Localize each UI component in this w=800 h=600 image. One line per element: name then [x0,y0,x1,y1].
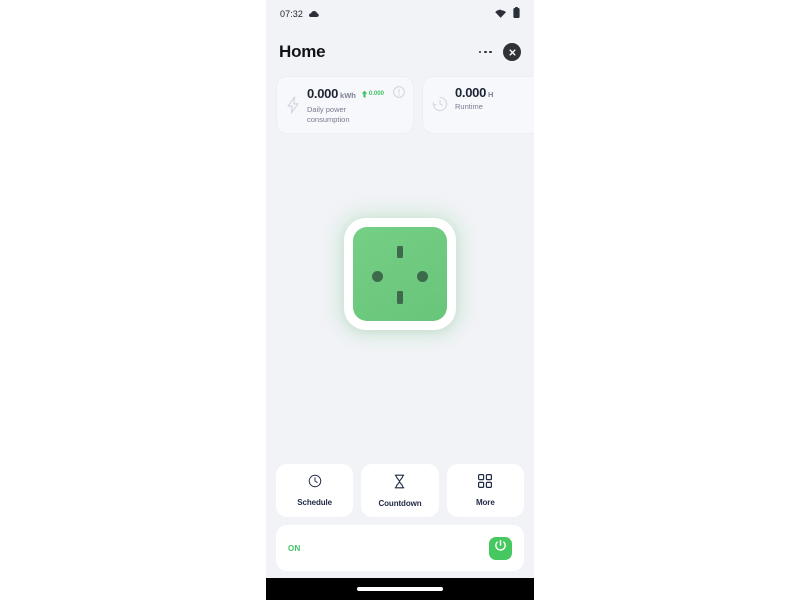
wifi-icon [495,5,507,23]
daily-power-trend: 0.000 [361,85,384,103]
cloud-icon [308,5,319,23]
daily-power-body: 0.000 kWh 0.000 Daily power consumption [307,85,384,133]
clock-icon [308,474,322,493]
runtime-body: 0.000 H Runtime [455,85,493,133]
schedule-button[interactable]: Schedule [276,464,354,517]
socket-neutral-hole [417,271,428,282]
schedule-label: Schedule [297,498,333,507]
socket-live-hole [372,271,383,282]
daily-power-trend-value: 0.000 [368,91,384,97]
close-icon[interactable] [503,43,521,61]
status-bar-clock: 07:32 [280,9,304,19]
page-title: Home [279,42,326,61]
more-label: More [475,498,495,507]
more-button[interactable]: More [446,464,524,517]
more-options-icon[interactable] [478,50,492,54]
daily-power-unit: kWh [340,91,356,100]
status-bar-right [495,5,520,23]
screenshot-canvas: 07:32 Home 0.000 kWh 0.000 Daily power c… [0,0,800,600]
countdown-button[interactable]: Countdown [361,464,439,517]
arrow-up-icon [361,85,368,103]
power-toggle-button[interactable] [489,536,512,560]
runtime-card[interactable]: 0.000 H Runtime [422,76,534,134]
runtime-value: 0.000 [455,85,487,100]
socket-bottom-slot [397,291,403,304]
system-nav-bar [266,578,534,600]
runtime-unit: H [488,90,494,99]
runtime-value-row: 0.000 H [455,85,493,100]
info-icon[interactable] [393,85,405,103]
status-bar-left: 07:32 [280,5,319,23]
runtime-label: Runtime [455,102,483,111]
home-indicator[interactable] [357,587,443,591]
daily-power-value: 0.000 [307,86,339,101]
quick-actions: Schedule Countdown More [276,464,524,517]
device-graphic-area [266,218,534,330]
status-bar: 07:32 [266,0,534,28]
history-clock-icon [432,85,448,133]
socket-earth-pin [397,246,403,258]
hourglass-icon [393,474,406,494]
grid-icon [478,474,493,493]
lightning-bolt-icon [286,85,300,133]
uk-power-socket-icon[interactable] [344,218,456,330]
socket-face [353,227,447,321]
metric-cards: 0.000 kWh 0.000 Daily power consumption [276,76,534,134]
header-actions [478,43,521,61]
power-state-bar: ON [276,525,524,571]
power-icon [494,539,507,557]
power-state-label: ON [288,543,301,553]
app-header: Home [266,32,534,72]
daily-power-consumption-card[interactable]: 0.000 kWh 0.000 Daily power consumption [276,76,414,134]
daily-power-label: Daily power consumption [307,105,350,125]
countdown-label: Countdown [378,498,422,508]
battery-icon [513,5,520,23]
phone-screen: 07:32 Home 0.000 kWh 0.000 Daily power c… [266,0,534,600]
daily-power-value-row: 0.000 kWh 0.000 [307,85,384,103]
